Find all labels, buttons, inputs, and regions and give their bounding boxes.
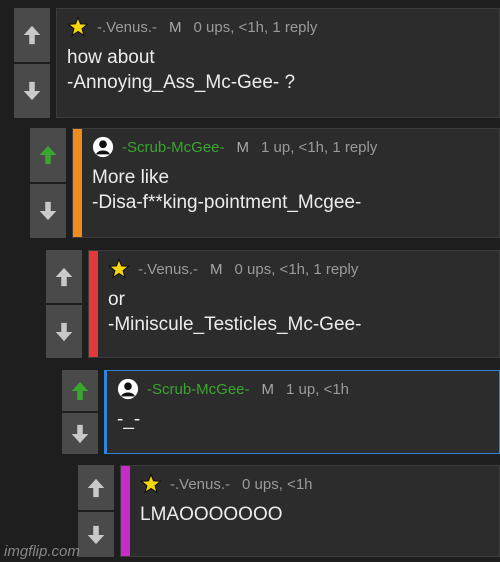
comment-stats: 1 up, <1h, 1 reply	[261, 138, 378, 156]
comment-card: -.Venus.- M 0 ups, <1h, 1 reply how abou…	[56, 8, 500, 118]
thread-stripe	[89, 251, 98, 357]
upvote-button[interactable]	[30, 128, 66, 182]
arrow-up-icon	[23, 25, 41, 45]
vote-column	[46, 250, 82, 358]
star-icon	[140, 473, 162, 495]
arrow-down-icon	[71, 424, 89, 443]
comment-card: -.Venus.- 0 ups, <1h LMAOOOOOOO	[120, 465, 500, 557]
downvote-button[interactable]	[14, 64, 50, 118]
arrow-down-icon	[39, 201, 57, 221]
comment: -Scrub-McGee- M 1 up, <1h, 1 reply More …	[30, 128, 500, 238]
imgflip-watermark: imgflip.com	[4, 543, 80, 560]
star-icon	[108, 258, 130, 280]
comment: -.Venus.- M 0 ups, <1h, 1 reply or -Mini…	[46, 250, 500, 358]
username-link[interactable]: -.Venus.-	[170, 476, 230, 493]
user-silhouette-icon	[117, 378, 139, 400]
arrow-down-icon	[23, 81, 41, 101]
arrow-up-icon	[87, 478, 105, 497]
username-link[interactable]: -.Venus.-	[138, 261, 198, 278]
comment-stats: 0 ups, <1h, 1 reply	[234, 260, 359, 278]
upvote-button[interactable]	[62, 370, 98, 411]
comment-card: -Scrub-McGee- M 1 up, <1h, 1 reply More …	[72, 128, 500, 238]
comment-text: More like -Disa-f**king-pointment_Mcgee-	[92, 167, 362, 213]
gender-flag: M	[236, 138, 250, 156]
downvote-button[interactable]	[30, 184, 66, 238]
comment-stats: 0 ups, <1h	[242, 475, 313, 493]
upvote-button[interactable]	[78, 465, 114, 510]
downvote-button[interactable]	[62, 413, 98, 454]
gender-flag: M	[261, 380, 275, 398]
username-link[interactable]: -.Venus.-	[97, 19, 157, 36]
comment: -Scrub-McGee- M 1 up, <1h -_-	[62, 370, 500, 454]
arrow-down-icon	[87, 525, 105, 544]
comment-stats: 1 up, <1h	[286, 380, 350, 398]
downvote-button[interactable]	[78, 512, 114, 557]
comment: -.Venus.- 0 ups, <1h LMAOOOOOOO	[78, 465, 500, 557]
comment-card: -.Venus.- M 0 ups, <1h, 1 reply or -Mini…	[88, 250, 500, 358]
vote-column	[78, 465, 114, 557]
gender-flag: M	[169, 18, 182, 36]
downvote-button[interactable]	[46, 305, 82, 358]
upvote-button[interactable]	[46, 250, 82, 303]
comment-stats: 0 ups, <1h, 1 reply	[193, 18, 318, 36]
arrow-up-icon	[55, 267, 73, 286]
thread-stripe	[121, 466, 130, 556]
user-silhouette-icon	[92, 136, 114, 158]
comment-text: or -Miniscule_Testicles_Mc-Gee-	[108, 289, 362, 335]
username-link[interactable]: -Scrub-McGee-	[147, 381, 250, 398]
star-icon	[67, 16, 89, 38]
upvote-button[interactable]	[14, 8, 50, 62]
comment-text: LMAOOOOOOO	[140, 504, 283, 525]
arrow-down-icon	[55, 322, 73, 341]
comment: -.Venus.- M 0 ups, <1h, 1 reply how abou…	[14, 8, 500, 118]
username-link[interactable]: -Scrub-McGee-	[122, 139, 225, 156]
arrow-up-icon	[71, 381, 89, 400]
vote-column	[62, 370, 98, 454]
gender-flag: M	[210, 260, 223, 278]
thread-stripe	[73, 129, 82, 237]
comment-text: -_-	[117, 409, 141, 430]
vote-column	[30, 128, 66, 238]
comment-text: how about -Annoying_Ass_Mc-Gee- ?	[67, 47, 296, 93]
comment-card: -Scrub-McGee- M 1 up, <1h -_-	[104, 370, 500, 454]
arrow-up-icon	[39, 145, 57, 165]
vote-column	[14, 8, 50, 118]
